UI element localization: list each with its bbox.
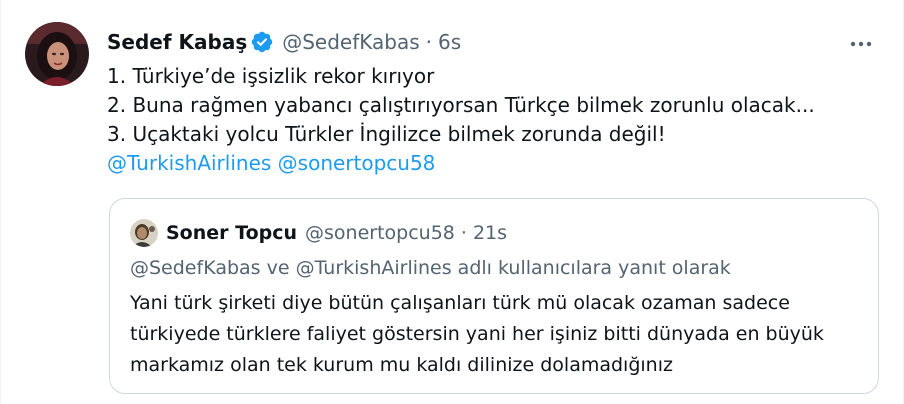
quoted-tweet-text: Yani türk şirketi diye bütün çalışanları… <box>130 288 870 381</box>
mention-link-sonertopcu58[interactable]: @sonertopcu58 <box>278 151 436 175</box>
mention-link-turkishairlines[interactable]: @TurkishAirlines <box>107 151 271 175</box>
more-options-icon <box>850 41 872 47</box>
quoted-line: türkiyede türklere faliyet göstersin yan… <box>130 323 824 345</box>
avatar-photo <box>25 22 89 86</box>
separator-dot: · <box>425 30 433 54</box>
quoted-line: Yani türk şirketi diye bütün çalışanları… <box>130 292 790 314</box>
quoted-timestamp[interactable]: 21s <box>473 222 507 244</box>
quoted-author-name[interactable]: Soner Topcu <box>166 222 297 244</box>
tweet-mentions: @TurkishAirlines @sonertopcu58 <box>107 149 877 178</box>
tweet-header: Sedef Kabaş @SedefKabas · 6s <box>107 26 461 58</box>
tweet-line: 2. Buna rağmen yabancı çalıştırıyorsan T… <box>107 93 815 117</box>
avatar[interactable] <box>25 22 89 86</box>
tweet-timestamp[interactable]: 6s <box>438 30 461 54</box>
tweet-line: 3. Uçaktaki yolcu Türkler İngilizce bilm… <box>107 122 666 146</box>
author-name[interactable]: Sedef Kabaş <box>107 30 247 54</box>
tweet-text: 1. Türkiye’de işsizlik rekor kırıyor 2. … <box>107 62 877 178</box>
more-options-button[interactable] <box>847 30 875 58</box>
verified-badge-icon <box>251 31 273 53</box>
reply-context: @SedefKabas ve @TurkishAirlines adlı kul… <box>130 257 731 279</box>
tweet-line: 1. Türkiye’de işsizlik rekor kırıyor <box>107 64 435 88</box>
author-handle[interactable]: @SedefKabas <box>282 30 419 54</box>
tweet-card[interactable]: Sedef Kabaş @SedefKabas · 6s 1. Türkiye’… <box>0 0 904 404</box>
quoted-avatar-photo <box>130 219 158 247</box>
quoted-author-handle[interactable]: @sonertopcu58 <box>305 222 455 244</box>
quoted-tweet[interactable]: Soner Topcu @sonertopcu58 · 21s @SedefKa… <box>109 198 879 394</box>
quoted-tweet-header: Soner Topcu @sonertopcu58 · 21s <box>130 219 507 247</box>
quoted-avatar[interactable] <box>130 219 158 247</box>
quoted-separator-dot: · <box>460 222 467 244</box>
quoted-line: markamız olan tek kurum mu kaldı diliniz… <box>130 354 673 376</box>
